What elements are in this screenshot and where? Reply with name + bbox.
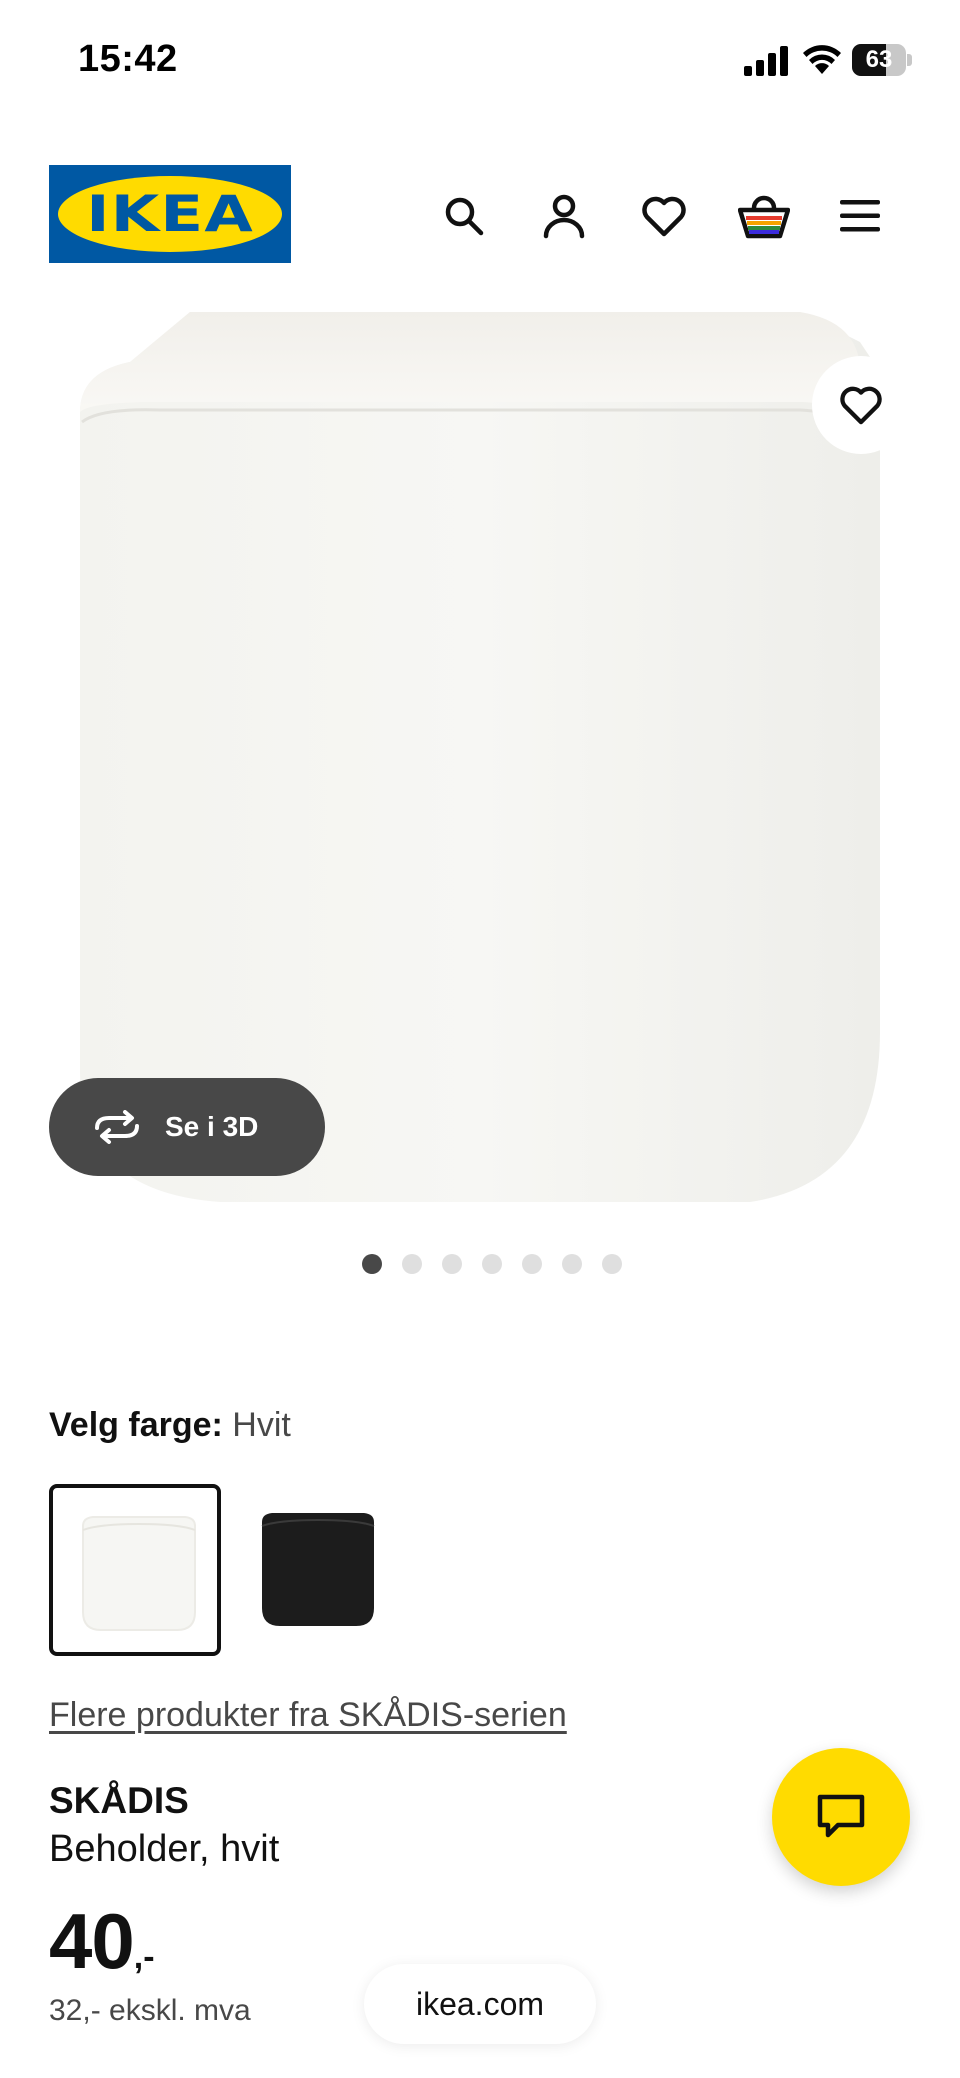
status-bar: 15:42 63: [0, 0, 960, 120]
battery-level: 63: [865, 46, 893, 73]
product-image: [80, 312, 880, 1202]
wifi-icon: [803, 45, 841, 74]
wishlist-heart-icon[interactable]: [638, 190, 690, 242]
product-price: 40,-: [49, 1896, 155, 1987]
price-suffix: ,-: [133, 1938, 155, 1976]
cellular-signal-icon: [744, 46, 788, 76]
logo-text: IKEA: [86, 185, 254, 243]
battery-icon: 63: [852, 44, 912, 76]
rotate-3d-icon: [95, 1110, 139, 1144]
view-in-3d-label: Se i 3D: [165, 1111, 259, 1142]
chat-button[interactable]: [772, 1748, 910, 1886]
series-products-link[interactable]: Flere produkter fra SKÅDIS-serien: [49, 1696, 567, 1735]
carousel-dots[interactable]: [0, 1254, 960, 1274]
white-container-thumbnail: [82, 1516, 196, 1631]
view-in-3d-button[interactable]: Se i 3D: [49, 1078, 325, 1176]
black-container-thumbnail: [261, 1513, 375, 1626]
color-swatch-white[interactable]: [49, 1484, 221, 1656]
account-icon[interactable]: [538, 190, 590, 242]
site-header: IKEA: [0, 160, 960, 270]
shopping-bag-icon[interactable]: [738, 190, 790, 242]
product-gallery[interactable]: Se i 3D: [0, 312, 960, 1232]
price-main: 40: [49, 1897, 135, 1985]
search-icon[interactable]: [438, 190, 490, 242]
product-name: SKÅDIS: [49, 1780, 189, 1821]
carousel-dot[interactable]: [362, 1254, 382, 1274]
carousel-dot[interactable]: [602, 1254, 622, 1274]
chat-bubble-icon: [817, 1794, 865, 1838]
browser-url-bar[interactable]: ikea.com: [364, 1964, 596, 2044]
carousel-dot[interactable]: [562, 1254, 582, 1274]
color-label-text: Velg farge:: [49, 1406, 223, 1444]
price-excluding-vat: 32,- ekskl. mva: [49, 1994, 251, 2027]
carousel-dot[interactable]: [522, 1254, 542, 1274]
color-swatch-black[interactable]: [232, 1484, 404, 1656]
add-to-wishlist-button[interactable]: [812, 356, 910, 454]
heart-icon: [840, 386, 882, 425]
ikea-logo[interactable]: IKEA: [49, 165, 291, 263]
carousel-dot[interactable]: [482, 1254, 502, 1274]
product-description: Beholder, hvit: [49, 1828, 280, 1870]
status-time: 15:42: [78, 38, 178, 80]
carousel-dot[interactable]: [442, 1254, 462, 1274]
carousel-dot[interactable]: [402, 1254, 422, 1274]
menu-icon[interactable]: [834, 190, 886, 242]
selected-color-value: Hvit: [232, 1406, 291, 1444]
color-selector-label: Velg farge: Hvit: [49, 1406, 291, 1445]
